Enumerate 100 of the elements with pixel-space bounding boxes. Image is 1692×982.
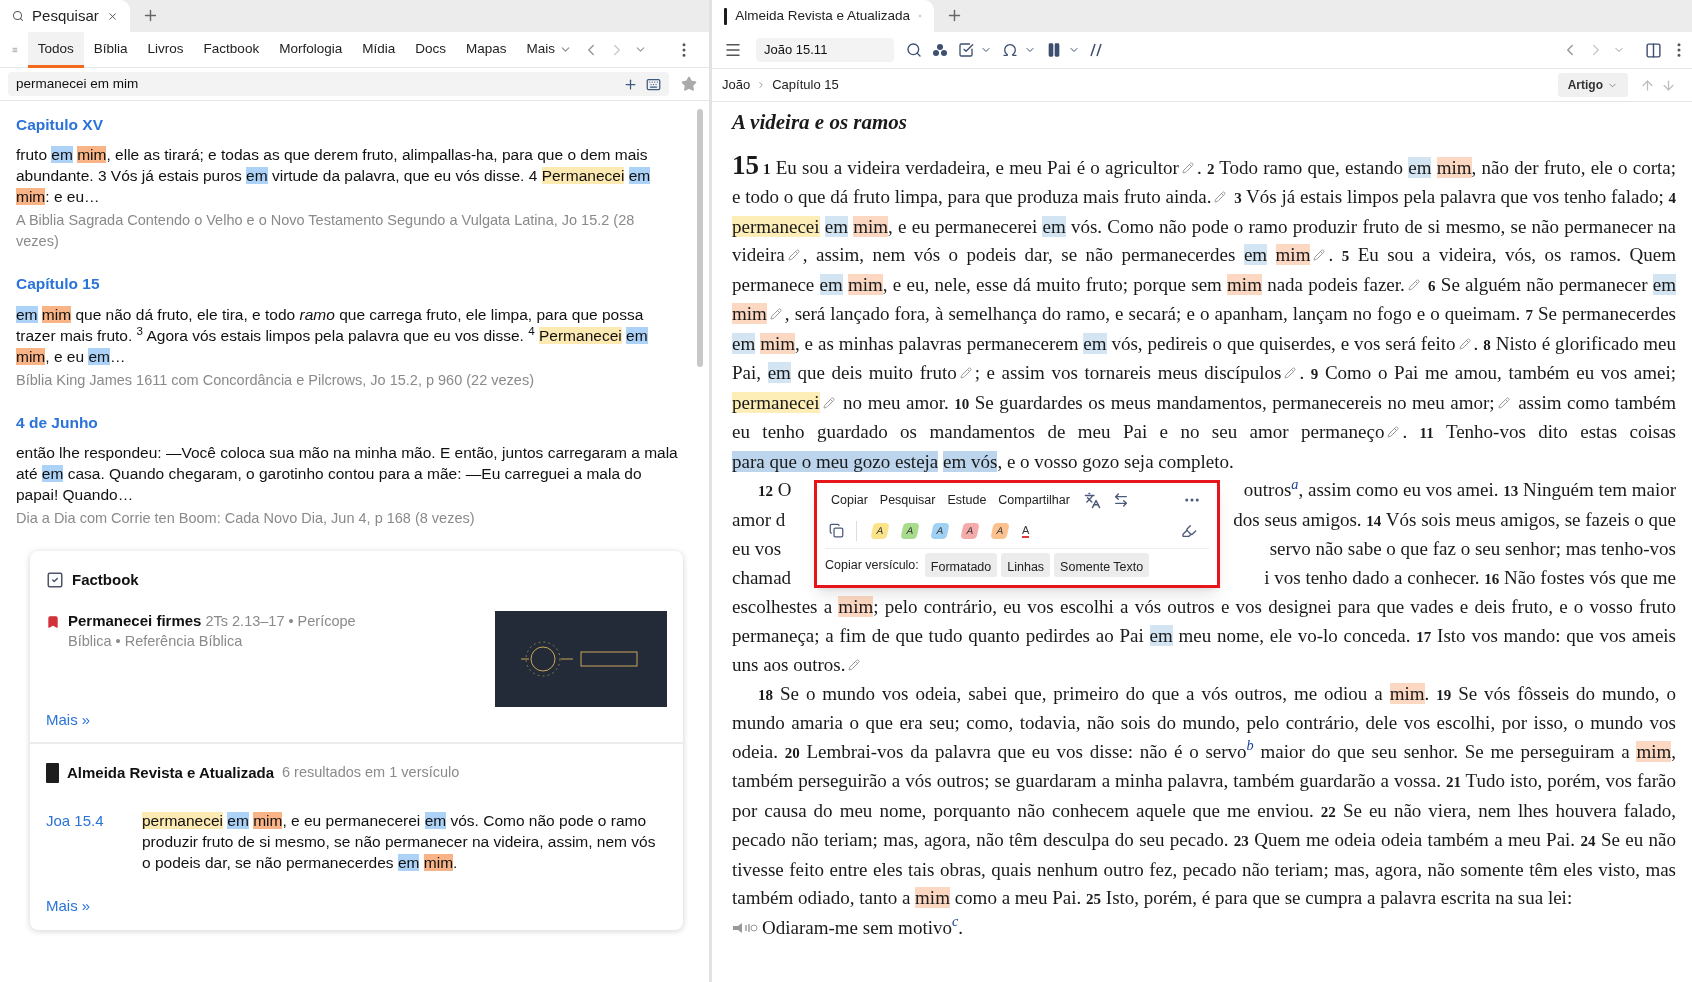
verse-text: i vos tenho dado a conhecer. 16 Não fostes vós que me — [1264, 565, 1676, 590]
audio-icon[interactable] — [732, 921, 758, 934]
note-pencil-icon[interactable] — [959, 367, 972, 379]
note-pencil-icon[interactable] — [787, 249, 800, 261]
highlighter-swatch[interactable]: A — [930, 522, 950, 539]
result-snippet: em mim que não dá fruto, ele tira, e todo ramo que carrega fruto, ele limpa, para que possa trazer mais fruto. $^{3}$ Agora vós estais limpos pela palavra que eu vos disse. $^{4}$ Permanecei em mim, e eu em… — [16, 304, 649, 367]
highlighted-word: mim — [1275, 244, 1311, 265]
copy-option-button[interactable]: Linhas — [1001, 553, 1051, 577]
result-heading[interactable]: Capitulo XV — [16, 113, 681, 137]
star-icon[interactable] — [681, 76, 697, 92]
category-tab[interactable]: Mídia — [352, 31, 406, 68]
category-tab[interactable]: Livros — [137, 31, 194, 68]
highlighted-word: para que o meu gozo esteja — [732, 450, 939, 472]
keyboard-icon[interactable] — [646, 76, 661, 92]
verse-text: chamad — [732, 565, 792, 590]
new-tab-icon[interactable] — [142, 7, 159, 24]
category-tab[interactable]: Factbook — [193, 31, 270, 68]
new-tab-icon[interactable] — [946, 7, 963, 24]
highlighter-swatch[interactable]: A — [900, 522, 920, 539]
highlighted-word: mim — [732, 303, 767, 324]
popup-action[interactable]: Pesquisar — [873, 485, 942, 515]
search-icon — [12, 8, 25, 24]
category-tab[interactable]: Morfologia — [269, 31, 353, 68]
highlighted-word: permanecei — [732, 391, 820, 413]
book-icon — [46, 763, 59, 783]
split-panel-icon[interactable] — [1645, 41, 1662, 59]
category-tab[interactable]: Bíblia — [83, 31, 138, 68]
dots-cluster-icon[interactable] — [932, 43, 948, 57]
category-tab[interactable]: Mapas — [455, 31, 517, 68]
parallel-lines-icon[interactable] — [1090, 43, 1102, 57]
highlighter-swatch[interactable]: A — [870, 522, 890, 539]
highlighter-swatch[interactable]: A — [990, 522, 1010, 539]
category-tab[interactable]: Docs — [405, 31, 456, 68]
result-source: A Biblia Sagrada Contendo o Velho e o Novo Testamento Segundo a Vulgata Latina, Jo 15.2 (28 vezes) — [16, 211, 636, 252]
translate-icon[interactable] — [1083, 491, 1101, 509]
highlighted-word: mim — [77, 146, 107, 164]
copy-option-button[interactable]: Somente Texto — [1054, 553, 1150, 577]
section-title: Almeida Revista e Atualizada — [67, 762, 275, 783]
view-mode-button[interactable]: Artigo — [1557, 73, 1628, 97]
swap-icon[interactable] — [1112, 492, 1129, 508]
note-pencil-icon[interactable] — [1497, 396, 1510, 409]
result-heading[interactable]: Capítulo 15 — [16, 272, 681, 296]
result-source: Dia a Dia com Corrie ten Boom: Cada Novo Dia, Jun 4, p 168 (8 vezes) — [16, 508, 476, 528]
copy-icon[interactable] — [829, 523, 844, 538]
highlighted-word: em — [732, 332, 756, 354]
note-pencil-icon[interactable] — [1181, 161, 1194, 174]
verse-text: outros$^{a}$, assim como eu vos amei. 13 Ninguém tem maior — [1243, 476, 1676, 502]
note-pencil-icon[interactable] — [1313, 249, 1326, 261]
breadcrumb-link[interactable]: João — [722, 75, 751, 95]
reference-field[interactable]: João 15.11 — [756, 38, 894, 62]
result-heading[interactable]: 4 de Junho — [16, 410, 681, 434]
copy-option-button[interactable]: Formatado — [924, 553, 998, 577]
columns-icon[interactable] — [1046, 42, 1062, 58]
more-link[interactable]: Mais » — [46, 895, 667, 918]
popup-action[interactable]: Estude — [941, 485, 993, 515]
search-icon[interactable] — [906, 42, 922, 58]
verse-text: dos seus amigos. 14 Vós sois meus amigos, se fazeis o que — [1233, 507, 1676, 532]
search-field[interactable]: permanecei em mim — [8, 72, 669, 96]
verse-reference-link[interactable]: Joa 15.4 — [46, 810, 142, 874]
breadcrumb-link[interactable]: Capítulo 15 — [772, 75, 839, 95]
add-icon[interactable] — [623, 76, 638, 92]
tab-title: Almeida Revista e Atualizada — [735, 6, 910, 25]
highlighted-word: em — [16, 305, 38, 323]
result-snippet: então lhe respondeu: —Você coloca sua mão na minha mão. E então, juntos carregaram a mala até em casa. Quando chegaram, o garotinho contou para a mãe: —Eu carreguei a mala do papai! Quando… — [16, 442, 679, 505]
search-tab[interactable]: Pesquisar — [0, 0, 130, 32]
note-pencil-icon[interactable] — [1407, 278, 1420, 291]
arrow-down-icon[interactable] — [1661, 77, 1676, 93]
reference-value: João 15.11 — [764, 41, 828, 60]
menu-icon[interactable] — [724, 41, 742, 59]
note-pencil-icon[interactable] — [1458, 337, 1471, 350]
scrollbar[interactable] — [697, 109, 703, 367]
result-snippet: fruto em mim, elle as tirará; e todas as que derem fruto, alimpallas-ha, para que o dem mais abundante. 3 Vós já estais puros em virtude da palavra, que eu vós disse. 4 Permanecei em mim: e eu… — [16, 145, 652, 208]
highlighted-word: mim — [760, 332, 795, 354]
symbol-icon[interactable] — [1002, 42, 1018, 58]
highlighted-word: permanecei — [142, 812, 223, 830]
verse-text: 12 O — [758, 478, 792, 502]
note-pencil-icon[interactable] — [769, 308, 782, 320]
note-pencil-icon[interactable] — [1214, 191, 1227, 203]
popup-action[interactable]: Compartilhar — [992, 485, 1076, 515]
highlighted-word: mim — [16, 188, 46, 206]
checkbox-icon[interactable] — [958, 42, 974, 58]
category-tab[interactable]: Mais — [516, 31, 582, 68]
search-query: permanecei em mim — [16, 74, 139, 93]
result-source: Bíblia King James 1611 com Concordância e Pilcrows, Jo 15.2, p 960 (22 vezes) — [16, 370, 535, 390]
popup-action[interactable]: Copiar — [825, 485, 874, 515]
category-tab[interactable]: Todos — [27, 31, 84, 68]
more-link[interactable]: Mais » — [46, 709, 667, 732]
document-tab[interactable]: Almeida Revista e Atualizada — [712, 0, 934, 32]
note-pencil-icon[interactable] — [822, 396, 835, 409]
highlighted-word: em — [1042, 215, 1066, 237]
verse-paragraph: 18 Se o mundo vos odeia, sabei que, primeiro do que a vós outros, me odiou a mim. 19 Se vós fôsseis do mundo, o mundo amaria o que era seu; como, todavia, não sois do mundo, pelo contrário, dele vos escolhi, por isso, o mundo vos odeia. 20 Lembrai-vos da palavra que eu vos disse: não é o servo$^{b}$ maior do que seu senhor. Se me perseguiram a mim, também perseguirão a vós outros; se guardaram a minha palavra, também guardarão a vossa. 21 Tudo isto, porém, vos farão por causa do meu nome, porquanto não conhecem aquele que me enviou. 22 Se eu não viera, nem lhes houvera falado, pecado não teriam; mas, agora, não têm desculpa do seu pecado. 23 Quem me odeia odeia também a meu Pai. 24 Se eu não tivesse feito entre eles tais obras, quais nenhum outro fez, pecado não teriam; mas, agora, não somente têm eles visto, mas também odiado, tanto a mim como a meu Pai. 25 Isto, porém, é para que se cumpra a palavra escrita na sua lei: — [732, 681, 1676, 910]
highlighted-word: mim — [838, 596, 874, 617]
note-pencil-icon[interactable] — [1284, 367, 1297, 379]
note-pencil-icon[interactable] — [1387, 426, 1400, 438]
highlighter-swatch[interactable]: A — [960, 522, 980, 539]
highlighted-word: mim — [16, 347, 46, 365]
factbook-entry[interactable]: Permanecei firmes 2Ts 2.13–17 • Perícope Bíblica • Referência Bíblica — [68, 611, 398, 708]
note-pencil-icon[interactable] — [848, 659, 861, 671]
highlighter-pen-icon[interactable] — [1181, 522, 1197, 539]
section-heading: A videira e os ramos — [732, 109, 908, 136]
